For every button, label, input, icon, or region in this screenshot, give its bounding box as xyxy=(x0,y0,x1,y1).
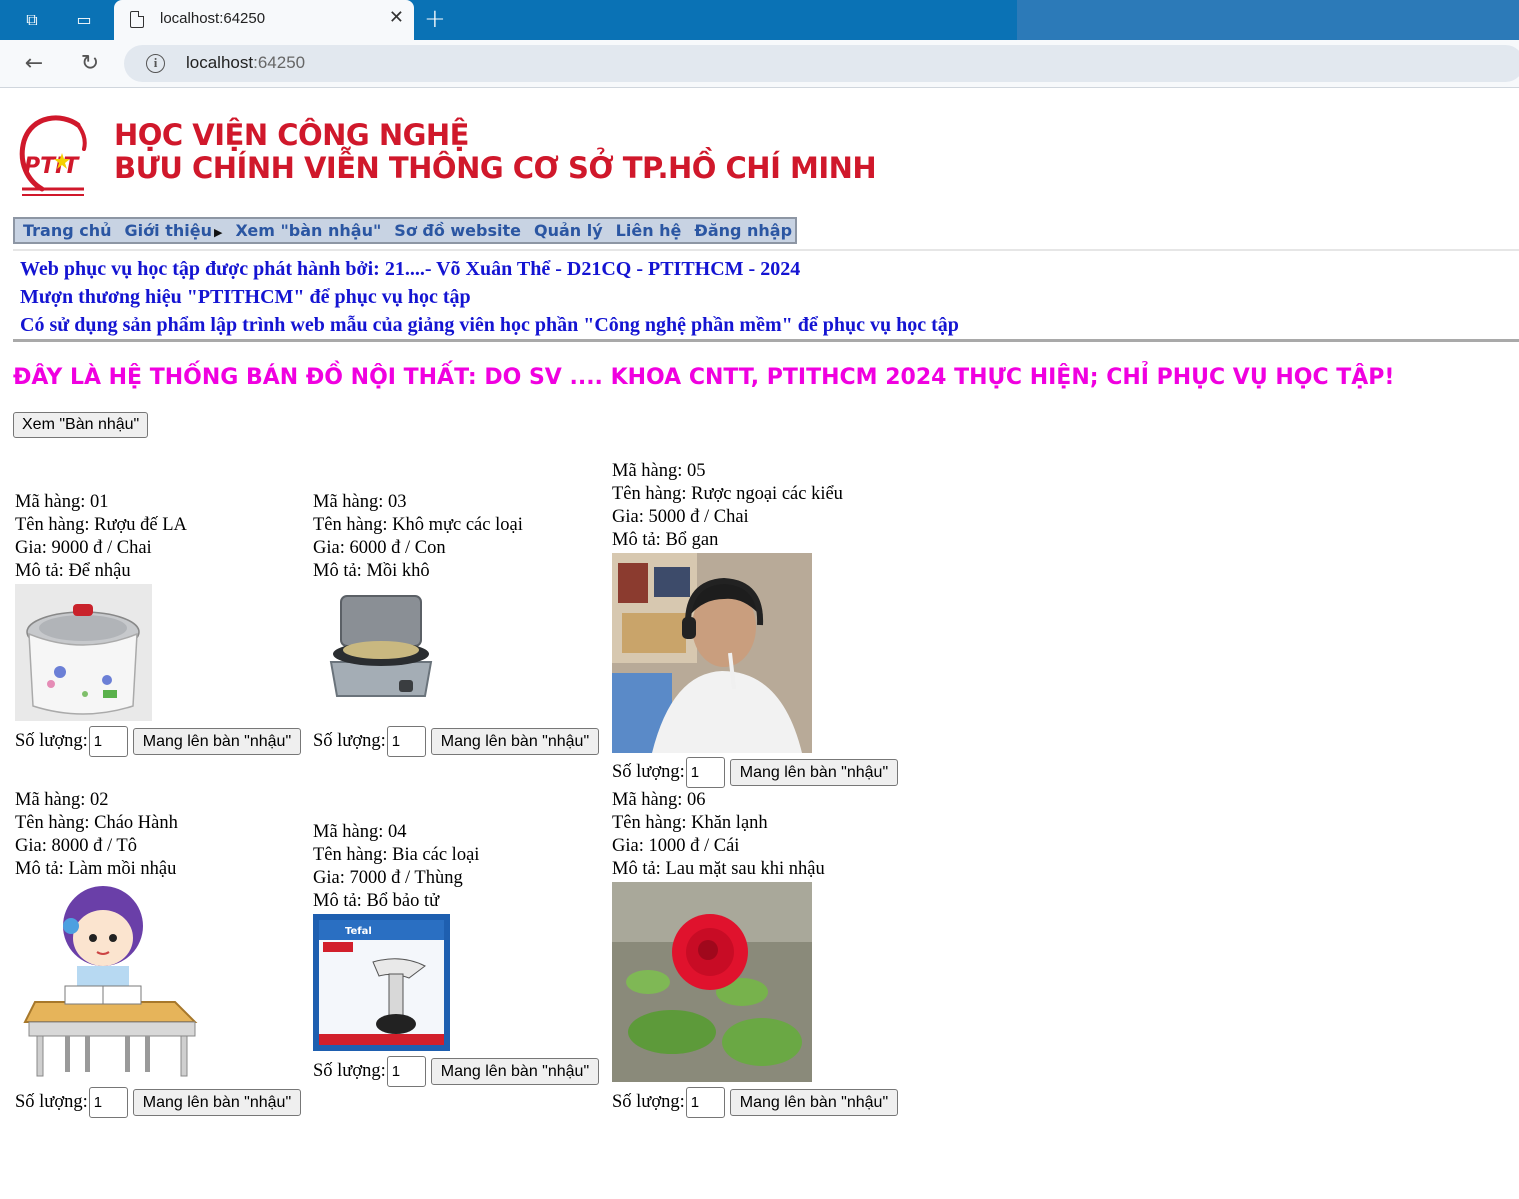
quantity-label: Số lượng: xyxy=(313,1061,386,1081)
tab-bar-empty-area xyxy=(1017,0,1519,40)
view-cart-button[interactable]: Xem "Bàn nhậu" xyxy=(13,412,149,438)
product-card: Mã hàng: 02 Tên hàng: Cháo Hành Gia: 800… xyxy=(15,789,215,1082)
product-code: Mã hàng: 03 xyxy=(313,492,407,512)
product-description: Mô tả: Để nhậu xyxy=(15,561,131,581)
workspaces-icon[interactable]: ⧉ xyxy=(20,8,44,32)
quantity-input[interactable] xyxy=(88,726,128,757)
notice-line-3: Có sử dụng sản phẩm lập trình web mẫu củ… xyxy=(20,314,959,336)
site-info-icon[interactable]: i xyxy=(146,54,165,73)
page-icon xyxy=(130,11,144,28)
product-price: Gia: 6000 đ / Con xyxy=(313,538,446,558)
address-bar: ← ↻ i localhost:64250 xyxy=(0,40,1519,88)
product-name: Tên hàng: Khăn lạnh xyxy=(612,813,768,833)
menu-item-view-table[interactable]: Xem "bàn nhậu" xyxy=(235,221,381,240)
product-name: Tên hàng: Rượu đế LA xyxy=(15,515,187,535)
product-name: Tên hàng: Rược ngoại các kiểu xyxy=(612,484,843,504)
add-to-table-button[interactable]: Mang lên bàn "nhậu" xyxy=(132,728,302,755)
product-description: Mô tả: Bổ gan xyxy=(612,530,719,550)
page-content: PTIT HỌC VIỆN CÔNG NGHỆ BƯU CHÍNH VIỄN T… xyxy=(0,89,1519,1199)
quantity-row: Số lượng: Mang lên bàn "nhậu" xyxy=(313,1056,600,1087)
product-description: Mô tả: Làm mồi nhậu xyxy=(15,859,177,879)
quantity-label: Số lượng: xyxy=(15,731,88,751)
product-code: Mã hàng: 02 xyxy=(15,790,109,810)
product-card: Mã hàng: 03 Tên hàng: Khô mực các loại G… xyxy=(313,491,523,721)
quantity-input[interactable] xyxy=(386,1056,426,1087)
menu-item-contact[interactable]: Liên hệ xyxy=(616,221,682,240)
product-description: Mô tả: Lau mặt sau khi nhậu xyxy=(612,859,825,879)
quantity-input[interactable] xyxy=(685,757,725,788)
add-to-table-button[interactable]: Mang lên bàn "nhậu" xyxy=(729,1089,899,1116)
quantity-input[interactable] xyxy=(685,1087,725,1118)
product-price: Gia: 1000 đ / Cái xyxy=(612,836,740,856)
product-price: Gia: 9000 đ / Chai xyxy=(15,538,152,558)
menu-item-sitemap[interactable]: Sơ đồ website xyxy=(394,221,521,240)
product-code: Mã hàng: 05 xyxy=(612,461,706,481)
product-code: Mã hàng: 01 xyxy=(15,492,109,512)
product-image-girl-studying xyxy=(15,882,215,1082)
quantity-label: Số lượng: xyxy=(612,762,685,782)
svg-text:Tefal: Tefal xyxy=(345,926,372,937)
menu-item-about[interactable]: Giới thiệu ▶ xyxy=(125,221,223,240)
quantity-label: Số lượng: xyxy=(612,1092,685,1112)
quantity-row: Số lượng: Mang lên bàn "nhậu" xyxy=(313,726,600,757)
product-code: Mã hàng: 04 xyxy=(313,822,407,842)
product-image-red-rose xyxy=(612,882,812,1082)
brand-line-1: HỌC VIỆN CÔNG NGHỆ xyxy=(114,118,469,152)
back-arrow-icon[interactable]: ← xyxy=(20,50,48,78)
add-to-table-button[interactable]: Mang lên bàn "nhậu" xyxy=(132,1089,302,1116)
product-card: Mã hàng: 06 Tên hàng: Khăn lạnh Gia: 100… xyxy=(612,789,825,1082)
product-image-gas-stove xyxy=(313,584,450,721)
notice-line-1: Web phục vụ học tập được phát hành bởi: … xyxy=(20,258,801,280)
new-tab-icon[interactable]: + xyxy=(424,6,446,32)
close-tab-icon[interactable]: ✕ xyxy=(389,7,404,28)
menu-item-home[interactable]: Trang chủ xyxy=(23,221,112,240)
product-card: Mã hàng: 05 Tên hàng: Rược ngoại các kiể… xyxy=(612,460,843,753)
product-description: Mô tả: Bổ bảo tử xyxy=(313,891,440,911)
product-price: Gia: 5000 đ / Chai xyxy=(612,507,749,527)
product-image-rice-cooker xyxy=(15,584,152,721)
product-description: Mô tả: Mồi khô xyxy=(313,561,430,581)
quantity-row: Số lượng: Mang lên bàn "nhậu" xyxy=(612,757,899,788)
page-headline: ĐÂY LÀ HỆ THỐNG BÁN ĐỒ NỘI THẤT: DO SV .… xyxy=(13,365,1395,390)
main-menu: Trang chủ Giới thiệu ▶ Xem "bàn nhậu" Sơ … xyxy=(13,217,797,244)
browser-tab-bar: ⧉ ▭ localhost:64250 ✕ + xyxy=(0,0,1519,40)
quantity-row: Số lượng: Mang lên bàn "nhậu" xyxy=(612,1087,899,1118)
product-name: Tên hàng: Bia các loại xyxy=(313,845,480,865)
reload-icon[interactable]: ↻ xyxy=(76,50,104,78)
ptit-logo: PTIT xyxy=(19,115,87,196)
tab-title: localhost:64250 xyxy=(160,10,266,27)
product-price: Gia: 7000 đ / Thùng xyxy=(313,868,463,888)
add-to-table-button[interactable]: Mang lên bàn "nhậu" xyxy=(729,759,899,786)
url-field[interactable]: i localhost:64250 xyxy=(124,45,1519,82)
svg-text:PTIT: PTIT xyxy=(24,154,80,179)
quantity-input[interactable] xyxy=(386,726,426,757)
browser-tab[interactable]: localhost:64250 ✕ xyxy=(114,0,414,40)
product-name: Tên hàng: Khô mực các loại xyxy=(313,515,523,535)
tab-actions-icon[interactable]: ▭ xyxy=(72,8,96,32)
product-card: Mã hàng: 01 Tên hàng: Rượu đế LA Gia: 90… xyxy=(15,491,187,721)
product-card: Mã hàng: 04 Tên hàng: Bia các loại Gia: … xyxy=(313,821,479,1051)
menu-item-manage[interactable]: Quản lý xyxy=(534,221,603,240)
brand-line-2: BƯU CHÍNH VIỄN THÔNG CƠ SỞ TP.HỒ CHÍ MIN… xyxy=(114,151,877,185)
notice-box: Web phục vụ học tập được phát hành bởi: … xyxy=(13,249,1519,342)
notice-line-2: Mượn thương hiệu "PTITHCM" để phục vụ họ… xyxy=(20,286,471,308)
quantity-label: Số lượng: xyxy=(15,1092,88,1112)
add-to-table-button[interactable]: Mang lên bàn "nhậu" xyxy=(430,728,600,755)
quantity-row: Số lượng: Mang lên bàn "nhậu" xyxy=(15,726,302,757)
submenu-arrow-icon: ▶ xyxy=(213,226,223,239)
menu-item-login[interactable]: Đăng nhập xyxy=(694,221,792,240)
quantity-row: Số lượng: Mang lên bàn "nhậu" xyxy=(15,1087,302,1118)
product-price: Gia: 8000 đ / Tô xyxy=(15,836,137,856)
product-name: Tên hàng: Cháo Hành xyxy=(15,813,178,833)
quantity-input[interactable] xyxy=(88,1087,128,1118)
url-text: localhost:64250 xyxy=(186,53,306,72)
product-image-person-photo xyxy=(612,553,812,753)
add-to-table-button[interactable]: Mang lên bàn "nhậu" xyxy=(430,1058,600,1085)
product-image-steamer: Tefal xyxy=(313,914,450,1051)
quantity-label: Số lượng: xyxy=(313,731,386,751)
institute-name: HỌC VIỆN CÔNG NGHỆ BƯU CHÍNH VIỄN THÔNG … xyxy=(114,118,877,185)
product-code: Mã hàng: 06 xyxy=(612,790,706,810)
